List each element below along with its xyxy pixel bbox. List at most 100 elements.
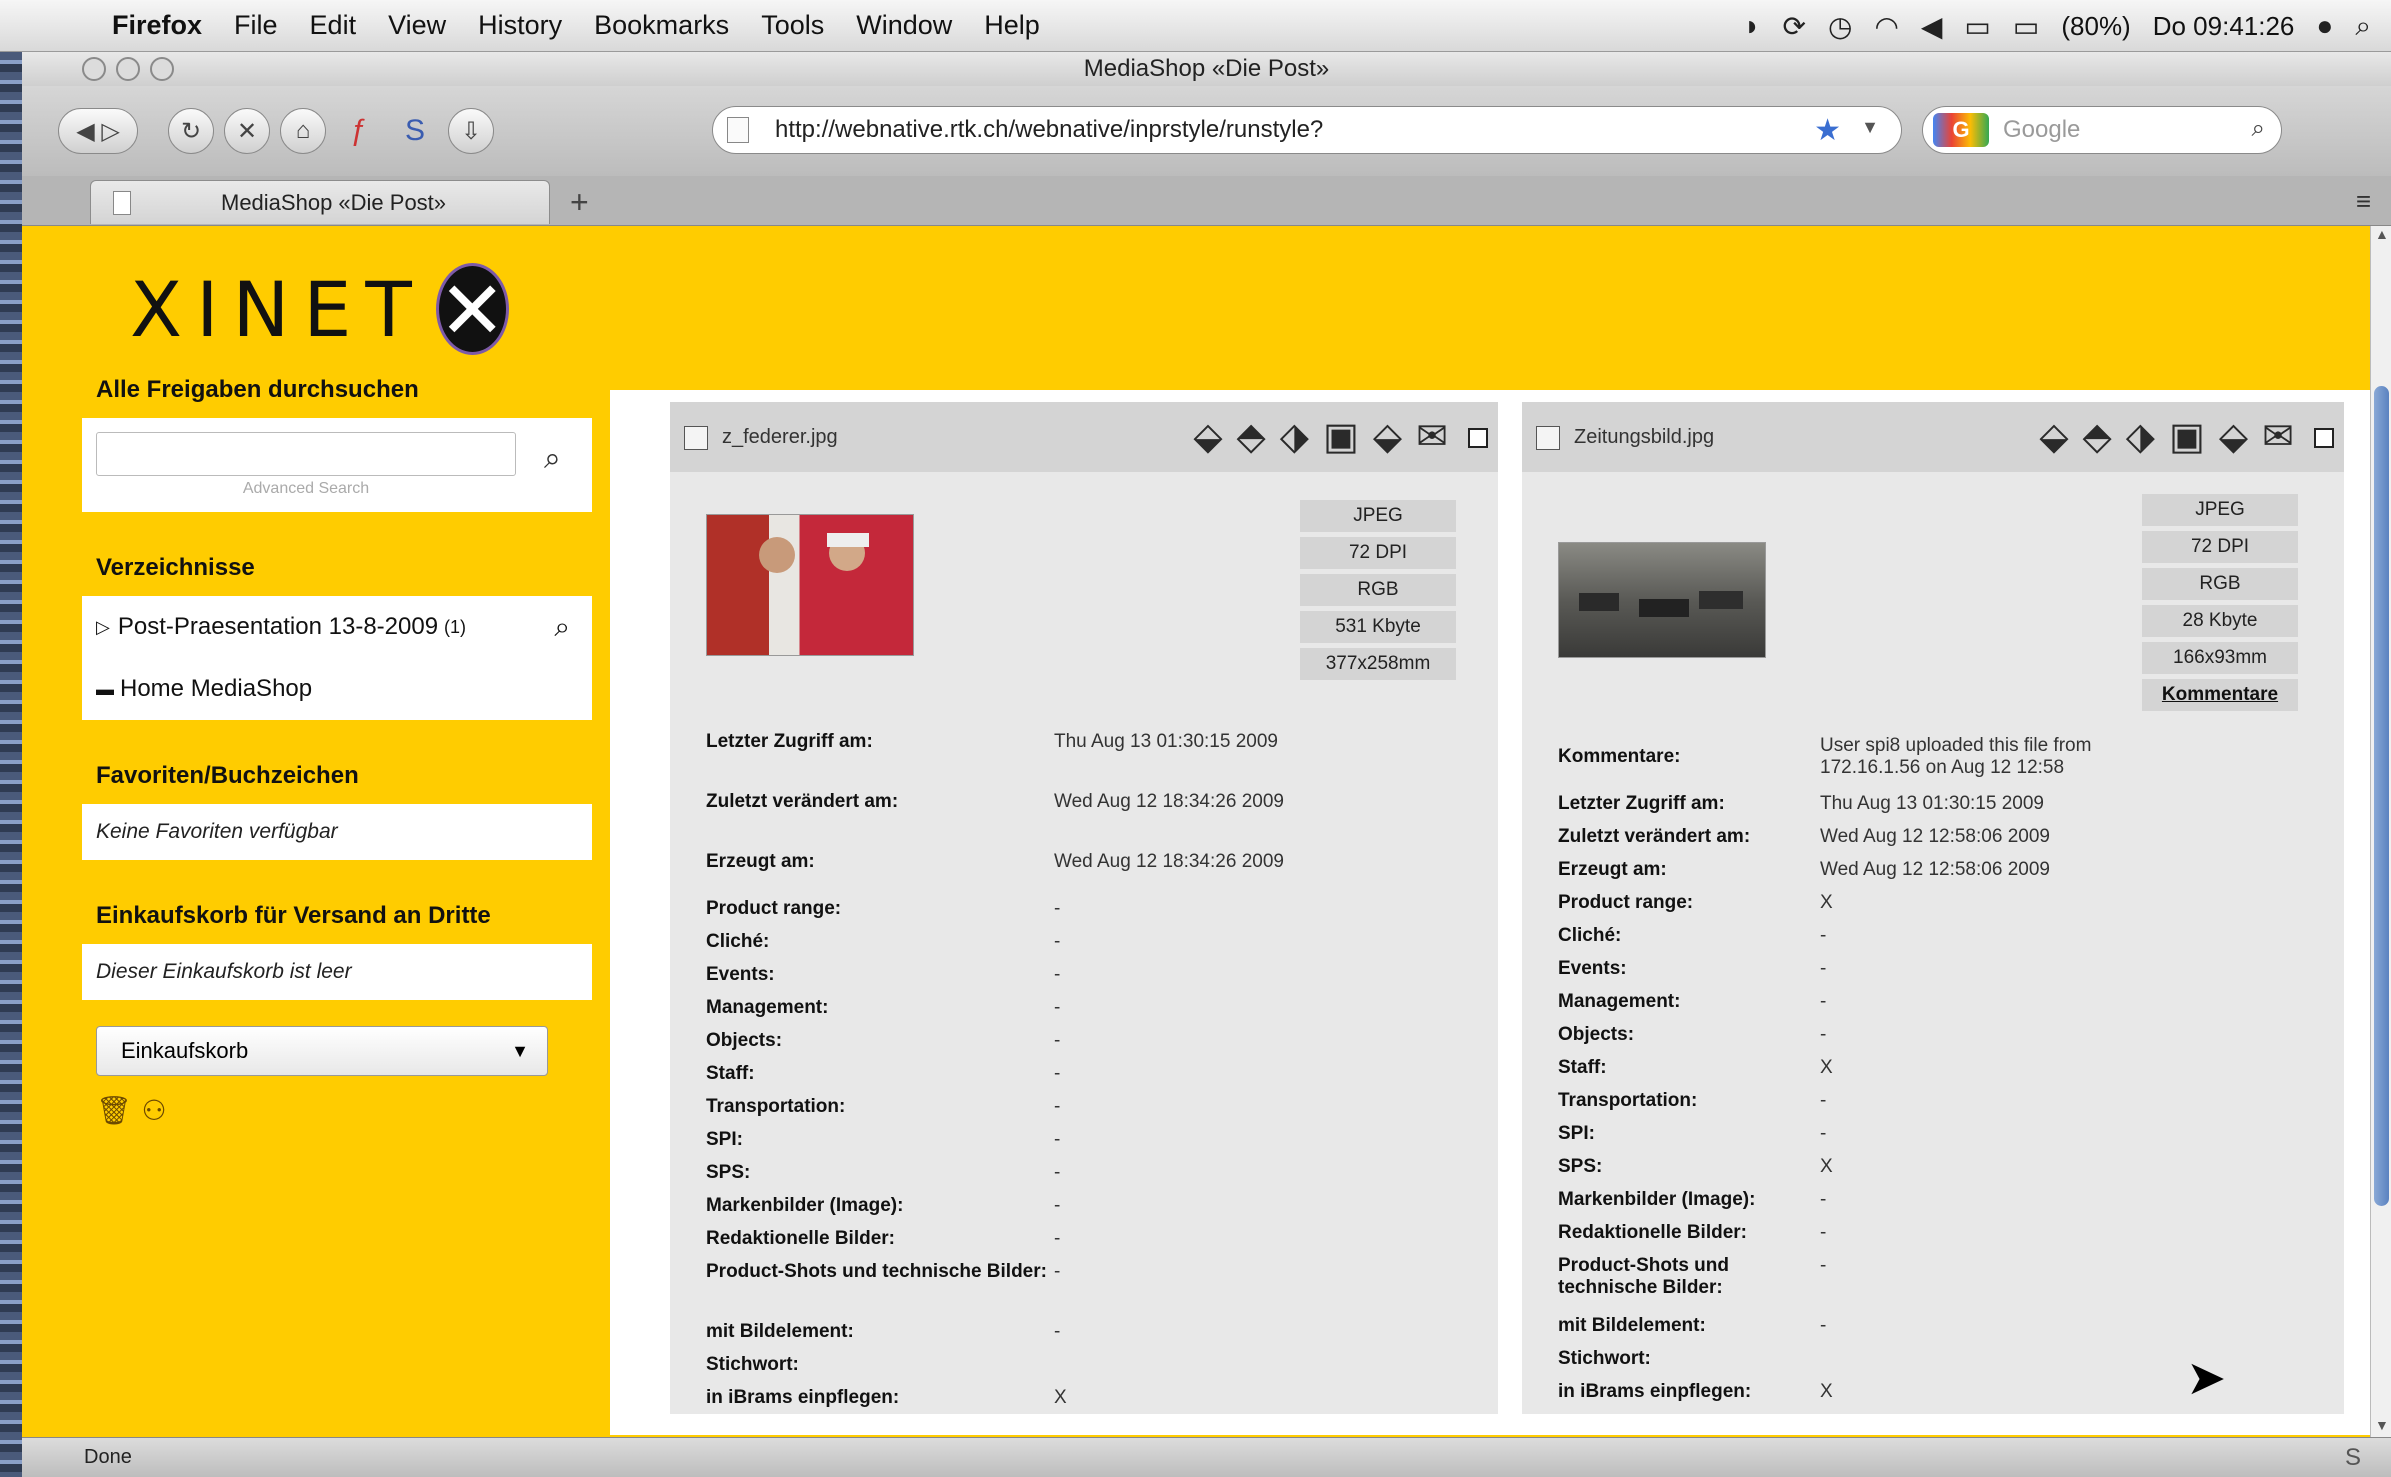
download-icon[interactable]: ⇩ bbox=[448, 108, 494, 154]
sidebar: Alle Freigaben durchsuchen Advanced Sear… bbox=[82, 376, 592, 1127]
url-text[interactable]: http://webnative.rtk.ch/webnative/inprst… bbox=[775, 116, 1323, 144]
file-meta: JPEG 72 DPI RGB 531 Kbyte 377x258mm bbox=[1300, 500, 1456, 685]
jpg-icon[interactable]: ⬙ bbox=[2219, 414, 2248, 459]
email-icon[interactable]: ✉ bbox=[1416, 414, 1448, 459]
dir-label[interactable]: Post-Praesentation 13-8-2009 bbox=[118, 613, 438, 641]
volume-icon[interactable]: ◀ bbox=[1921, 10, 1943, 43]
cart-select-value[interactable]: Einkaufskorb bbox=[121, 1038, 248, 1064]
chevron-down-icon[interactable]: ▼ bbox=[511, 1041, 529, 1062]
scroll-thumb[interactable] bbox=[2374, 386, 2389, 1206]
menu-edit[interactable]: Edit bbox=[310, 10, 357, 41]
menu-help[interactable]: Help bbox=[984, 10, 1040, 41]
file-icon[interactable] bbox=[1536, 426, 1560, 450]
bookmark-star-icon[interactable]: ★ bbox=[1814, 113, 1841, 148]
expand-icon[interactable]: ▷ bbox=[96, 617, 110, 638]
scroll-down-icon[interactable]: ▼ bbox=[2375, 1417, 2389, 1433]
back-button[interactable]: ◀ ▷ bbox=[58, 108, 138, 154]
dir-item-praesentation[interactable]: ▷ Post-Praesentation 13-8-2009 (1) ⌕ bbox=[96, 596, 578, 658]
time-machine-icon[interactable]: ◷ bbox=[1828, 10, 1852, 43]
field-list: Letzter Zugriff am: Thu Aug 13 01:30:15 2… bbox=[706, 712, 1466, 1414]
menu-view[interactable]: View bbox=[388, 10, 446, 41]
field-label: Transportation: bbox=[706, 1095, 846, 1117]
user-icon[interactable]: ● bbox=[2316, 10, 2333, 42]
dirs-panel: ▷ Post-Praesentation 13-8-2009 (1) ⌕ ▬ H… bbox=[82, 596, 592, 720]
scroll-up-icon[interactable]: ▲ bbox=[2375, 226, 2389, 242]
advanced-search-link[interactable]: Advanced Search bbox=[96, 480, 516, 498]
dir-label[interactable]: Home MediaShop bbox=[120, 675, 312, 703]
thumbnail-federer[interactable] bbox=[706, 514, 914, 656]
skype-icon[interactable]: S bbox=[392, 108, 438, 154]
spotlight-icon[interactable]: ⌕ bbox=[2355, 10, 2371, 43]
kommentare-link[interactable]: Kommentare bbox=[2142, 679, 2298, 711]
email-icon[interactable]: ✉ bbox=[2262, 414, 2294, 459]
jpg-icon[interactable]: ⬙ bbox=[1373, 414, 1402, 459]
wifi-icon[interactable]: ◠ bbox=[1874, 10, 1898, 43]
field-label: Erzeugt am: bbox=[1558, 858, 1667, 880]
tab-mediashop[interactable]: MediaShop «Die Post» bbox=[90, 180, 550, 224]
search-box[interactable]: G Google ⌕ bbox=[1922, 106, 2282, 154]
tab-bar: MediaShop «Die Post» + ≡ bbox=[22, 176, 2391, 226]
flash-icon[interactable]: ƒ bbox=[336, 108, 382, 154]
menu-bookmarks[interactable]: Bookmarks bbox=[594, 10, 729, 41]
menu-history[interactable]: History bbox=[478, 10, 562, 41]
search-icon[interactable]: ⌕ bbox=[554, 611, 570, 644]
card-actions: ⬙ ⬘ ⬗ ▣ ⬙ ✉ bbox=[1193, 414, 1448, 459]
google-icon[interactable]: G bbox=[1933, 113, 1989, 147]
select-checkbox[interactable] bbox=[1468, 428, 1488, 448]
stop-icon[interactable]: ✕ bbox=[224, 108, 270, 154]
meta-format: JPEG bbox=[1300, 500, 1456, 532]
tab-list-icon[interactable]: ≡ bbox=[2356, 186, 2371, 217]
file-icon[interactable] bbox=[684, 426, 708, 450]
thumbnail-zeitungsbild[interactable] bbox=[1558, 542, 1766, 658]
download-lo-icon[interactable]: ⬘ bbox=[1237, 414, 1266, 459]
preview-icon[interactable]: ▣ bbox=[2169, 414, 2205, 459]
search-input[interactable] bbox=[96, 432, 516, 476]
new-tab-button[interactable]: + bbox=[570, 184, 589, 221]
search-icon[interactable]: ⌕ bbox=[544, 442, 561, 476]
info-icon[interactable]: ⬗ bbox=[1280, 414, 1309, 459]
meta-dims: 166x93mm bbox=[2142, 642, 2298, 674]
search-icon[interactable]: ⌕ bbox=[2252, 115, 2265, 143]
menu-app[interactable]: Firefox bbox=[112, 10, 202, 41]
sync-icon[interactable]: ⟳ bbox=[1783, 10, 1806, 43]
clock[interactable]: Do 09:41:26 bbox=[2153, 11, 2295, 42]
battery-icon[interactable]: ▭ bbox=[2013, 10, 2039, 43]
menu-window[interactable]: Window bbox=[856, 10, 952, 41]
logo-text: XINET bbox=[130, 264, 426, 354]
search-placeholder[interactable]: Google bbox=[2003, 116, 2080, 144]
dir-item-home[interactable]: ▬ Home MediaShop bbox=[96, 658, 578, 720]
user-share-icon[interactable]: ⚇ bbox=[142, 1094, 167, 1127]
download-lo-icon[interactable]: ⬘ bbox=[2083, 414, 2112, 459]
field-value: - bbox=[1820, 1314, 1827, 1336]
select-checkbox[interactable] bbox=[2314, 428, 2334, 448]
asset-grid: z_federer.jpg ⬙ ⬘ ⬗ ▣ ⬙ ✉ JPEG 72 DPI RG… bbox=[610, 390, 2370, 1435]
menu-tools[interactable]: Tools bbox=[761, 10, 824, 41]
menu-file[interactable]: File bbox=[234, 10, 278, 41]
card-filename[interactable]: z_federer.jpg bbox=[722, 426, 838, 449]
display-icon[interactable]: ▭ bbox=[1964, 10, 1990, 43]
reload-icon[interactable]: ↻ bbox=[168, 108, 214, 154]
url-dropdown-icon[interactable]: ▼ bbox=[1861, 117, 1879, 138]
vertical-scrollbar[interactable]: ▲ ▼ bbox=[2370, 226, 2391, 1437]
tab-label[interactable]: MediaShop «Die Post» bbox=[221, 190, 446, 216]
xinet-logo[interactable]: XINET ✕ bbox=[100, 248, 509, 370]
file-meta: JPEG 72 DPI RGB 28 Kbyte 166x93mm Kommen… bbox=[2142, 494, 2298, 716]
card-actions: ⬙ ⬘ ⬗ ▣ ⬙ ✉ bbox=[2039, 414, 2294, 459]
field-label: Cliché: bbox=[706, 930, 770, 952]
moon-icon[interactable]: ◗ bbox=[1744, 10, 1761, 42]
preview-icon[interactable]: ▣ bbox=[1323, 414, 1359, 459]
skype-status-icon[interactable]: S bbox=[2345, 1444, 2361, 1472]
info-icon[interactable]: ⬗ bbox=[2126, 414, 2155, 459]
download-hi-icon[interactable]: ⬙ bbox=[2039, 414, 2068, 459]
home-icon[interactable]: ⌂ bbox=[280, 108, 326, 154]
trash-icon[interactable]: 🗑 bbox=[96, 1094, 132, 1127]
download-hi-icon[interactable]: ⬙ bbox=[1193, 414, 1222, 459]
dirs-title: Verzeichnisse bbox=[96, 554, 255, 581]
search-panel: Advanced Search ⌕ bbox=[82, 418, 592, 512]
card-filename[interactable]: Zeitungsbild.jpg bbox=[1574, 426, 1714, 449]
search-section-title: Alle Freigaben durchsuchen bbox=[96, 376, 419, 403]
cart-select[interactable]: Einkaufskorb ▼ bbox=[96, 1026, 548, 1076]
field-label: SPS: bbox=[1558, 1155, 1603, 1177]
url-bar[interactable]: http://webnative.rtk.ch/webnative/inprst… bbox=[712, 106, 1902, 154]
dock-strip[interactable] bbox=[0, 52, 22, 1477]
